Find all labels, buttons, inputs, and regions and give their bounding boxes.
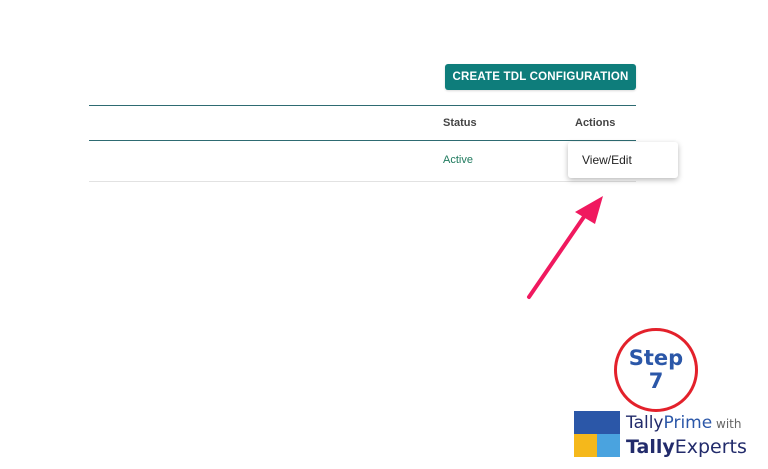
brand-wordmark: TallyPrime with TallyExperts [626, 413, 747, 459]
step-badge: Step 7 [614, 328, 698, 412]
brand-tally-1: Tally [626, 413, 664, 433]
step-number: 7 [648, 369, 664, 393]
brand-line-1: TallyPrime with [626, 413, 747, 435]
tally-experts-logo-icon [574, 411, 620, 457]
brand-with: with [712, 417, 742, 431]
brand-prime: Prime [663, 413, 713, 433]
step-label: Step [628, 346, 684, 371]
brand-line-2: TallyExperts [626, 435, 747, 459]
brand-tally-2: Tally [626, 436, 675, 458]
brand-experts: Experts [674, 436, 747, 458]
